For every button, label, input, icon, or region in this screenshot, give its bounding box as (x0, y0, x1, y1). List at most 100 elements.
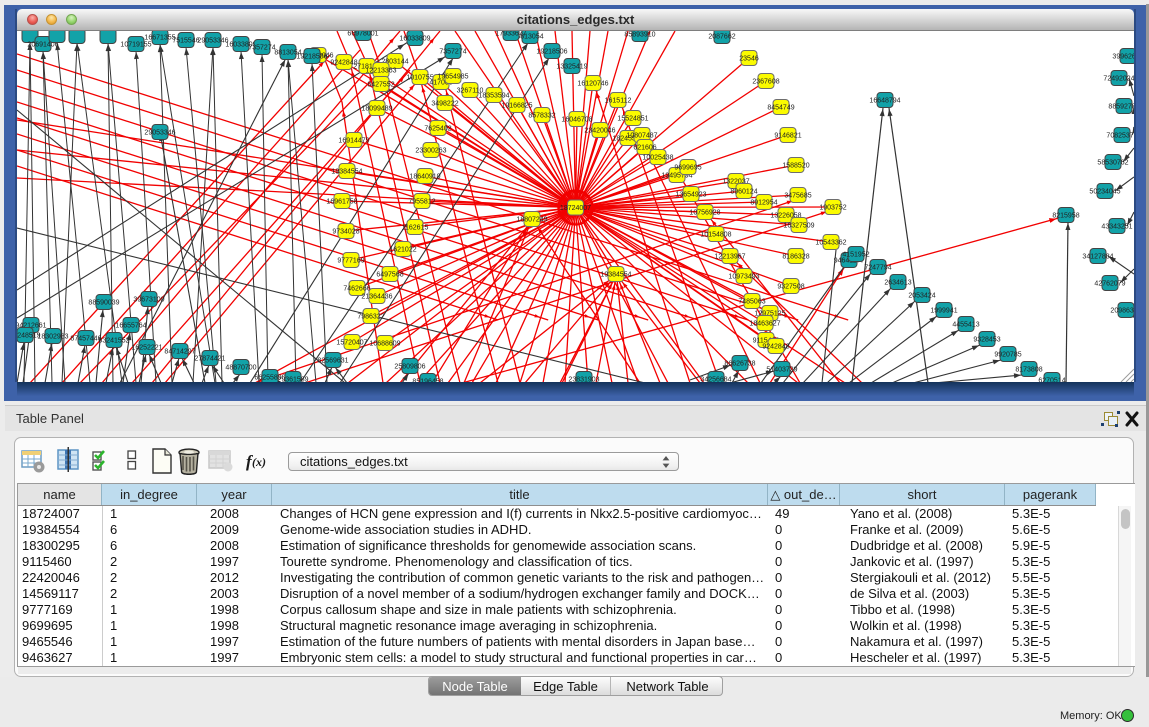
svg-text:8427552: 8427552 (367, 82, 394, 89)
svg-text:12213967: 12213967 (714, 254, 745, 261)
svg-text:9328453: 9328453 (973, 337, 1000, 344)
svg-text:13654923: 13654923 (675, 192, 706, 199)
svg-text:18463627: 18463627 (749, 321, 780, 328)
svg-text:7955812: 7955812 (408, 199, 435, 206)
svg-text:85893910: 85893910 (624, 32, 655, 39)
svg-text:19166825: 19166825 (501, 103, 532, 110)
svg-text:87457446: 87457446 (70, 336, 101, 343)
svg-text:85196458: 85196458 (412, 379, 443, 382)
svg-text:16046708: 16046708 (561, 117, 592, 124)
svg-text:7625402: 7625402 (424, 126, 451, 133)
svg-text:10973493: 10973493 (728, 274, 759, 281)
svg-text:1162615: 1162615 (402, 225, 429, 232)
svg-text:15524851: 15524851 (617, 116, 648, 123)
svg-text:51403729: 51403729 (766, 367, 797, 374)
svg-text:23831903: 23831903 (568, 377, 599, 382)
svg-text:9734028: 9734028 (332, 229, 359, 236)
svg-text:27874421: 27874421 (194, 356, 225, 363)
svg-text:19384554: 19384554 (600, 272, 631, 279)
svg-text:10719155: 10719155 (120, 42, 151, 49)
svg-text:7515546: 7515546 (172, 38, 199, 45)
svg-text:16120746: 16120746 (577, 81, 608, 88)
svg-text:29053346: 29053346 (197, 38, 228, 45)
svg-text:48870700: 48870700 (225, 365, 256, 372)
svg-text:18724007: 18724007 (560, 205, 591, 212)
svg-text:29361589: 29361589 (277, 377, 308, 382)
svg-text:16671355: 16671355 (144, 35, 175, 42)
svg-text:7247794: 7247794 (864, 265, 891, 272)
svg-text:4151952: 4151952 (842, 252, 869, 259)
svg-text:8912954: 8912954 (750, 200, 777, 207)
svg-text:7986322: 7986322 (357, 314, 384, 321)
svg-text:9327508: 9327508 (777, 284, 804, 291)
svg-text:58530762: 58530762 (1097, 160, 1128, 167)
svg-text:8173808: 8173808 (1015, 367, 1042, 374)
svg-text:8215958: 8215958 (1052, 213, 1079, 220)
svg-text:7357274: 7357274 (248, 45, 275, 52)
svg-text:3498222: 3498222 (431, 101, 458, 108)
svg-text:18640910: 18640910 (409, 174, 440, 181)
svg-text:88590039: 88590039 (88, 300, 119, 307)
svg-text:70825377: 70825377 (1106, 133, 1134, 140)
svg-text:9146821: 9146821 (774, 133, 801, 140)
svg-text:1903752: 1903752 (819, 205, 846, 212)
svg-text:9920785: 9920785 (994, 352, 1021, 359)
svg-text:39962626: 39962626 (1112, 54, 1134, 61)
svg-text:7485063: 7485063 (738, 299, 765, 306)
svg-text:63241552: 63241552 (98, 338, 129, 345)
svg-text:6497568: 6497568 (376, 272, 403, 279)
svg-text:43343251: 43343251 (1101, 224, 1132, 231)
svg-text:7462666: 7462666 (343, 286, 370, 293)
svg-text:29053346: 29053346 (144, 130, 175, 137)
svg-text:9777169: 9777169 (337, 258, 364, 265)
svg-text:16914479: 16914479 (338, 138, 369, 145)
svg-text:8578332: 8578332 (528, 113, 555, 120)
svg-text:19218506: 19218506 (536, 49, 567, 56)
svg-text:10025438: 10025438 (642, 155, 673, 162)
svg-text:23300263: 23300263 (415, 148, 446, 155)
svg-text:9699695: 9699695 (674, 165, 701, 172)
svg-text:23546: 23546 (739, 56, 759, 63)
svg-text:16655764: 16655764 (115, 323, 146, 330)
svg-text:34256684: 34256684 (700, 377, 731, 382)
svg-text:18302983: 18302983 (37, 334, 68, 341)
svg-text:7357274: 7357274 (439, 49, 466, 56)
svg-text:(x): (x) (252, 455, 266, 469)
svg-text:2087662: 2087662 (708, 34, 735, 41)
svg-text:19218506: 19218506 (296, 54, 327, 61)
svg-text:19654985: 19654985 (437, 74, 468, 81)
svg-text:3475685: 3475685 (784, 193, 811, 200)
svg-text:9242848: 9242848 (762, 344, 789, 351)
svg-text:2367608: 2367608 (752, 79, 779, 86)
svg-text:8454749: 8454749 (767, 105, 794, 112)
svg-text:15720407: 15720407 (336, 340, 367, 347)
svg-text:13325419: 13325419 (556, 64, 587, 71)
svg-text:16033809: 16033809 (399, 36, 430, 43)
svg-text:1621022: 1621022 (389, 247, 416, 254)
svg-text:16327509: 16327509 (783, 223, 814, 230)
svg-text:39673100: 39673100 (133, 297, 164, 304)
svg-text:88592782: 88592782 (1108, 104, 1134, 111)
svg-text:86626738: 86626738 (724, 361, 755, 368)
svg-text:50234045: 50234045 (1089, 189, 1120, 196)
svg-text:16648794: 16648794 (869, 98, 900, 105)
svg-text:1615112: 1615112 (605, 98, 632, 105)
svg-text:2634613: 2634613 (884, 280, 911, 287)
svg-text:18807249: 18807249 (516, 217, 547, 224)
svg-text:42762079: 42762079 (1094, 281, 1125, 288)
svg-text:84714297: 84714297 (164, 349, 195, 356)
svg-text:10756928: 10756928 (689, 210, 720, 217)
svg-text:17933677: 17933677 (495, 31, 526, 38)
svg-text:72492024: 72492024 (1103, 76, 1134, 83)
svg-text:4455413: 4455413 (952, 322, 979, 329)
svg-text:20986393: 20986393 (1110, 308, 1134, 315)
svg-text:10154808: 10154808 (700, 232, 731, 239)
svg-text:8186328: 8186328 (782, 254, 809, 261)
svg-text:16961758: 16961758 (326, 199, 357, 206)
svg-text:12213363: 12213363 (365, 68, 396, 75)
svg-text:10543362: 10543362 (815, 240, 846, 247)
svg-text:16252221: 16252221 (131, 345, 162, 352)
svg-text:34127884: 34127884 (1082, 254, 1113, 261)
svg-text:6270514: 6270514 (1038, 378, 1065, 382)
svg-text:1588520: 1588520 (782, 163, 809, 170)
